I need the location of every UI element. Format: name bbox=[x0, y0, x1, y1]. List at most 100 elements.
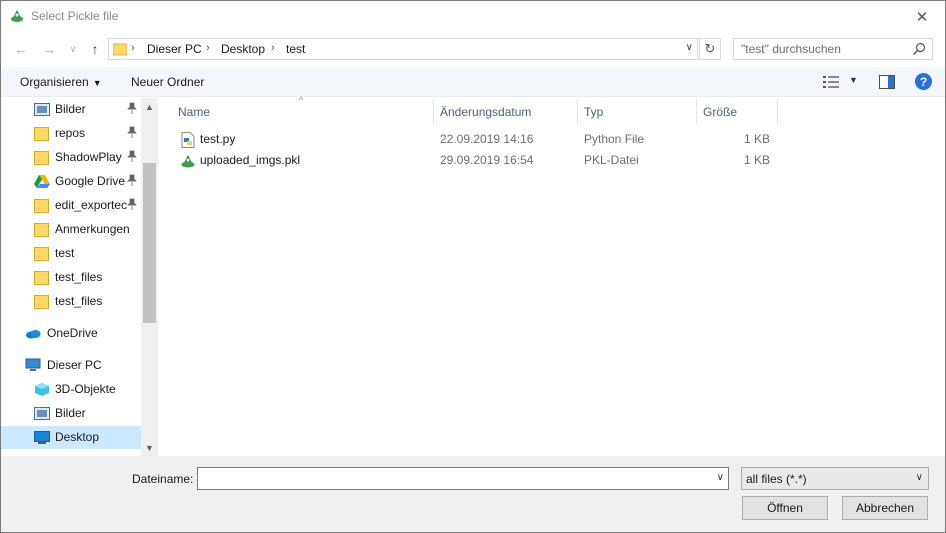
pin-icon[interactable] bbox=[127, 174, 137, 186]
address-dropdown-icon[interactable]: ∨ bbox=[686, 42, 693, 53]
python-file-icon bbox=[181, 132, 195, 148]
sidebar-item-dieser-pc[interactable]: Dieser PC bbox=[1, 354, 141, 377]
details-view-icon[interactable] bbox=[823, 75, 839, 89]
organize-button[interactable]: Organisieren ▼ bbox=[20, 75, 102, 89]
column-header-size[interactable]: Größe bbox=[697, 98, 778, 124]
search-input[interactable]: "test" durchsuchen bbox=[741, 42, 841, 56]
sidebar-item-bilder[interactable]: Bilder bbox=[1, 402, 141, 425]
address-bar[interactable]: › Dieser PC › Desktop › test ∨ bbox=[108, 38, 698, 60]
sidebar-item-edit-exportec[interactable]: edit_exportec bbox=[1, 194, 141, 217]
cancel-button[interactable]: Abbrechen bbox=[842, 496, 928, 520]
pin-icon[interactable] bbox=[127, 102, 137, 114]
chevron-down-icon: ∨ bbox=[69, 43, 77, 54]
command-bar: Organisieren ▼ Neuer Ordner ▼ ? bbox=[1, 67, 945, 97]
pin-icon[interactable] bbox=[127, 150, 137, 162]
sidebar-item-google-drive[interactable]: Google Drive bbox=[1, 170, 141, 193]
refresh-icon: ↻ bbox=[704, 41, 716, 56]
folder-icon bbox=[113, 43, 127, 56]
filename-dropdown-icon[interactable]: ∨ bbox=[717, 472, 724, 483]
file-name: uploaded_imgs.pkl bbox=[200, 153, 301, 167]
filename-label: Dateiname: bbox=[132, 472, 194, 486]
google-drive-icon bbox=[34, 175, 50, 188]
sidebar-item-label: Bilder bbox=[55, 102, 86, 116]
folder-icon bbox=[34, 151, 49, 165]
sidebar-item-label: Desktop bbox=[55, 430, 100, 444]
forward-arrow-icon: → bbox=[42, 41, 56, 57]
back-button[interactable]: ← bbox=[11, 38, 31, 60]
sidebar-item-test-files[interactable]: test_files bbox=[1, 266, 141, 289]
folder-icon bbox=[34, 223, 49, 237]
file-row[interactable]: uploaded_imgs.pkl 29.09.2019 16:54 PKL-D… bbox=[174, 150, 794, 171]
folder-icon bbox=[34, 127, 49, 141]
pin-icon[interactable] bbox=[127, 198, 137, 210]
sidebar-item-label: Google Drive bbox=[55, 174, 126, 188]
scrollbar-thumb[interactable] bbox=[143, 163, 156, 323]
pickle-icon bbox=[11, 10, 23, 22]
column-header-date[interactable]: Änderungsdatum bbox=[434, 98, 578, 124]
sidebar-item-anmerkungen[interactable]: Anmerkungen bbox=[1, 218, 141, 241]
sidebar-item-label: test bbox=[55, 246, 75, 260]
back-arrow-icon: ← bbox=[14, 41, 28, 57]
folder-icon bbox=[34, 247, 49, 261]
sidebar-item-repos[interactable]: repos bbox=[1, 122, 141, 145]
pin-icon[interactable] bbox=[127, 126, 137, 138]
pickle-file-icon bbox=[181, 155, 195, 168]
sidebar-item-label: ShadowPlay bbox=[55, 150, 122, 164]
folder-icon bbox=[34, 199, 49, 213]
new-folder-button[interactable]: Neuer Ordner bbox=[131, 75, 204, 89]
pictures-icon bbox=[34, 103, 50, 116]
file-row[interactable]: test.py 22.09.2019 14:16 Python File 1 K… bbox=[174, 129, 794, 150]
refresh-button[interactable]: ↻ bbox=[699, 38, 721, 60]
dialog-footer: Dateiname: ∨ all files (*.*) ∨ Öffnen Ab… bbox=[1, 456, 945, 532]
file-type-filter[interactable]: all files (*.*) ∨ bbox=[741, 467, 929, 490]
chevron-down-icon: ∨ bbox=[915, 472, 923, 483]
filename-field[interactable]: ∨ bbox=[197, 467, 729, 490]
up-button[interactable]: ↑ bbox=[85, 38, 105, 60]
caret-down-icon: ▼ bbox=[92, 78, 102, 88]
column-header-type[interactable]: Typ bbox=[578, 98, 697, 124]
breadcrumb-item[interactable]: test bbox=[286, 42, 305, 56]
file-date: 29.09.2019 16:54 bbox=[440, 153, 534, 167]
column-header-name[interactable]: Name ^ bbox=[172, 95, 434, 124]
pictures-icon bbox=[34, 407, 50, 420]
up-arrow-icon: ↑ bbox=[91, 41, 99, 57]
filter-value: all files (*.*) bbox=[746, 472, 807, 486]
file-dialog-window: Select Pickle file ✕ ← → ∨ ↑ › Dieser PC… bbox=[0, 0, 946, 533]
sidebar-item-shadowplay[interactable]: ShadowPlay bbox=[1, 146, 141, 169]
help-icon[interactable]: ? bbox=[915, 73, 932, 90]
3d-objects-icon bbox=[35, 383, 49, 396]
sidebar-item-bilder[interactable]: Bilder bbox=[1, 98, 141, 121]
new-folder-label: Neuer Ordner bbox=[131, 75, 205, 89]
search-box[interactable]: "test" durchsuchen bbox=[733, 38, 933, 60]
breadcrumb-item[interactable]: Desktop bbox=[221, 42, 265, 56]
sidebar-item-3d-objekte[interactable]: 3D-Objekte bbox=[1, 378, 141, 401]
folder-icon bbox=[34, 271, 49, 285]
scroll-down-icon[interactable]: ▼ bbox=[141, 439, 158, 456]
sidebar-item-test-files[interactable]: test_files bbox=[1, 290, 141, 313]
sidebar-item-label: Dieser PC bbox=[47, 358, 102, 372]
close-icon: ✕ bbox=[915, 8, 929, 26]
forward-button[interactable]: → bbox=[39, 38, 59, 60]
column-header-label: Typ bbox=[584, 105, 604, 119]
sidebar-item-onedrive[interactable]: OneDrive bbox=[1, 322, 141, 345]
open-button[interactable]: Öffnen bbox=[742, 496, 828, 520]
window-title: Select Pickle file bbox=[31, 9, 119, 23]
file-size: 1 KB bbox=[743, 153, 770, 167]
sidebar-item-label: test_files bbox=[55, 270, 103, 284]
sidebar-item-desktop[interactable]: Desktop bbox=[1, 426, 141, 449]
sort-ascending-icon: ^ bbox=[299, 95, 304, 105]
navigation-scrollbar[interactable]: ▲ ▼ bbox=[141, 98, 158, 456]
organize-label: Organisieren bbox=[20, 75, 89, 89]
sidebar-item-label: repos bbox=[55, 126, 86, 140]
scroll-up-icon[interactable]: ▲ bbox=[141, 98, 158, 115]
preview-pane-icon[interactable] bbox=[879, 75, 895, 89]
column-header-label: Name bbox=[178, 105, 211, 119]
view-dropdown-icon[interactable]: ▼ bbox=[849, 75, 858, 85]
recent-locations-button[interactable]: ∨ bbox=[63, 38, 83, 60]
breadcrumb-item[interactable]: Dieser PC bbox=[147, 42, 202, 56]
sidebar-item-test[interactable]: test bbox=[1, 242, 141, 265]
close-button[interactable]: ✕ bbox=[899, 1, 945, 32]
file-name: test.py bbox=[200, 132, 236, 146]
file-list: Name ^ Änderungsdatum Typ Größe test.py … bbox=[160, 95, 945, 456]
navigation-bar: ← → ∨ ↑ › Dieser PC › Desktop › test ∨ ↻… bbox=[1, 34, 945, 64]
